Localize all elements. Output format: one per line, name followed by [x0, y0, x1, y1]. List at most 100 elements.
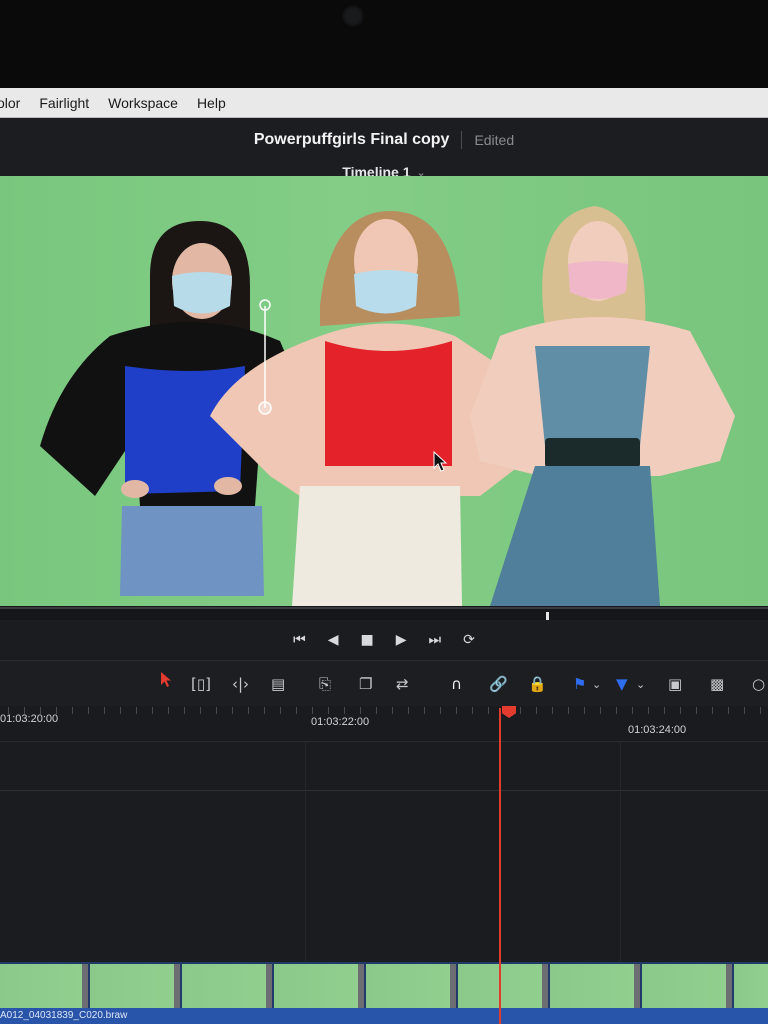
marker-icon[interactable]: ▼	[616, 675, 628, 693]
ruler-tick	[232, 707, 233, 714]
menu-fairlight[interactable]: Fairlight	[39, 95, 89, 111]
ruler-tick	[440, 707, 441, 714]
zoom-full-icon[interactable]: ▣	[668, 675, 682, 693]
thumbnail-gap	[450, 964, 456, 1008]
person-right	[470, 206, 735, 606]
monitor-bezel	[0, 0, 768, 92]
scrub-track[interactable]	[0, 607, 768, 609]
clip-thumbnail	[274, 964, 358, 1008]
ruler-tick	[664, 707, 665, 714]
stop-icon[interactable]: ■	[361, 632, 374, 648]
video-clip[interactable]: A012_04031839_C020.braw	[0, 962, 768, 1024]
ruler-tick	[616, 707, 617, 714]
flag-icon[interactable]: ⚑	[573, 675, 586, 693]
thumbnail-gap	[266, 964, 272, 1008]
skip-to-start-icon[interactable]: ⏮	[293, 632, 306, 648]
ruler-tick	[376, 707, 377, 714]
ruler-tick	[120, 707, 121, 714]
trim-edit-icon[interactable]: [▯]	[191, 675, 211, 693]
selection-arrow-icon[interactable]	[160, 671, 174, 689]
ruler-tick	[216, 707, 217, 714]
ruler-tick	[712, 707, 713, 714]
ruler-tick	[536, 707, 537, 714]
ruler-tick	[88, 707, 89, 714]
play-reverse-icon[interactable]: ◀	[328, 632, 339, 648]
flag-dropdown-chevron-icon[interactable]: ⌄	[592, 678, 601, 691]
ruler-tick	[632, 707, 633, 714]
clip-thumbnail	[642, 964, 726, 1008]
replace-clip-icon[interactable]: ⇄	[396, 675, 409, 693]
timeline-playhead[interactable]	[499, 708, 501, 1024]
ruler-tick	[168, 707, 169, 714]
insert-clip-icon[interactable]: ⎘	[319, 675, 331, 693]
timecode-label: 01:03:20:00	[0, 713, 59, 725]
dynamic-trim-icon[interactable]: ‹|›	[232, 675, 249, 693]
marker-dropdown-chevron-icon[interactable]: ⌄	[636, 678, 645, 691]
ruler-tick	[552, 707, 553, 714]
ruler-tick	[488, 707, 489, 714]
linked-selection-icon[interactable]: 🔗	[489, 675, 508, 693]
clip-thumbnail	[0, 964, 82, 1008]
timecode-label: 01:03:22:00	[311, 716, 370, 728]
ruler-tick	[184, 707, 185, 714]
timeline-track-area[interactable]	[0, 742, 768, 962]
thumbnail-gap	[174, 964, 180, 1008]
transform-handle-bottom[interactable]	[258, 401, 272, 415]
clip-thumbnail	[550, 964, 634, 1008]
project-status: Edited	[474, 132, 515, 148]
ruler-tick	[152, 707, 153, 714]
play-icon[interactable]: ▶	[396, 632, 407, 648]
thumbnail-gap	[82, 964, 88, 1008]
ruler-tick	[72, 707, 73, 714]
edit-toolbar: [▯] ‹|› ▤ ⎘ ❐ ⇄ ∩ 🔗 🔒 ⚑ ⌄ ▼ ⌄ ▣ ▩ ○	[0, 660, 768, 706]
webcam	[342, 5, 364, 27]
menu-help[interactable]: Help	[197, 95, 226, 111]
clip-thumbnail	[366, 964, 450, 1008]
ruler-tick	[760, 707, 761, 714]
menu-color[interactable]: olor	[0, 95, 20, 111]
ruler-tick	[136, 707, 137, 714]
menu-workspace[interactable]: Workspace	[108, 95, 178, 111]
ruler-tick	[696, 707, 697, 714]
thumbnail-gap	[542, 964, 548, 1008]
blade-icon[interactable]: ▤	[271, 675, 285, 693]
ruler-tick	[648, 707, 649, 714]
ruler-tick	[360, 707, 361, 714]
project-title-bar: Powerpuffgirls Final copy Edited	[0, 118, 768, 162]
viewer-playhead-marker[interactable]	[546, 612, 549, 620]
zoom-detail-icon[interactable]: ▩	[710, 675, 724, 693]
thumbnail-gap	[726, 964, 732, 1008]
clip-thumbnail	[182, 964, 266, 1008]
ruler-tick	[248, 707, 249, 714]
position-lock-icon[interactable]: 🔒	[528, 675, 547, 693]
ruler-tick	[472, 707, 473, 714]
skip-to-end-icon[interactable]: ⏭	[429, 632, 442, 648]
thumbnail-gap	[358, 964, 364, 1008]
ruler-tick	[392, 707, 393, 714]
ruler-tick	[296, 707, 297, 714]
ruler-tick	[456, 707, 457, 714]
ruler-tick	[568, 707, 569, 714]
clip-name: A012_04031839_C020.braw	[0, 1010, 128, 1021]
thumbnail-gap	[634, 964, 640, 1008]
transport-controls: ⏮ ◀ ■ ▶ ⏭ ⟳	[0, 620, 768, 660]
zoom-custom-icon[interactable]: ○	[752, 675, 765, 693]
grid-line	[620, 742, 621, 962]
project-title: Powerpuffgirls Final copy	[253, 131, 450, 148]
ruler-tick	[104, 707, 105, 714]
ruler-tick	[56, 707, 57, 714]
ruler-tick	[312, 707, 313, 714]
overwrite-clip-icon[interactable]: ❐	[359, 675, 372, 693]
ruler-tick	[680, 707, 681, 714]
ruler-tick	[728, 707, 729, 714]
timeline-ruler[interactable]: 01:03:20:00 01:03:22:00 01:03:24:00	[0, 706, 768, 742]
clip-thumbnail	[90, 964, 174, 1008]
screen: olor Fairlight Workspace Help Powerpuffg…	[0, 0, 768, 1024]
video-viewer[interactable]	[0, 176, 768, 606]
menu-bar: olor Fairlight Workspace Help	[0, 88, 768, 118]
ruler-tick	[200, 707, 201, 714]
snapping-icon[interactable]: ∩	[451, 675, 462, 693]
loop-icon[interactable]: ⟳	[463, 632, 475, 648]
ruler-tick	[40, 707, 41, 714]
ruler-tick	[264, 707, 265, 714]
